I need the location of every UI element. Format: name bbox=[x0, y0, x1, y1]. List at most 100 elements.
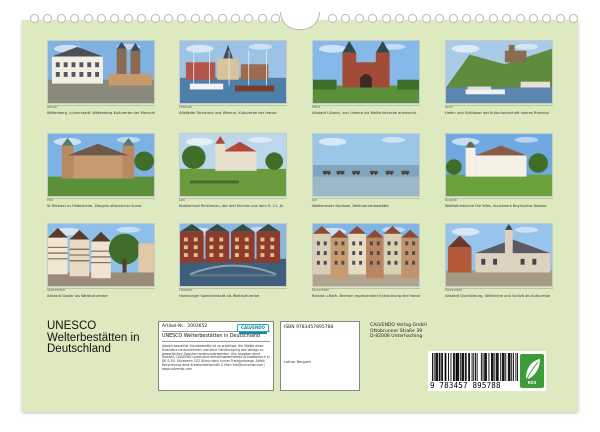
binding-hole bbox=[408, 14, 418, 23]
month-photo bbox=[179, 133, 287, 197]
photo-cell: Juli Wattenmeer Nordsee, Weltnaturerbest… bbox=[312, 133, 420, 208]
logo-underline bbox=[239, 332, 267, 334]
binding-hole bbox=[421, 14, 431, 23]
photo-caption: Wattenmeer Nordsee, Weltnaturerbestätte bbox=[312, 204, 389, 208]
binding-hole bbox=[43, 14, 53, 23]
month-rule bbox=[445, 105, 553, 108]
binding-hole bbox=[529, 14, 538, 23]
month-rule bbox=[312, 105, 420, 108]
month-label: November bbox=[312, 288, 330, 292]
month-label: Dezember bbox=[445, 288, 463, 292]
photo-scene bbox=[313, 224, 419, 286]
photo-cell: September Altstadt Goslar als Weltkultur… bbox=[47, 223, 155, 298]
month-photo bbox=[312, 40, 420, 104]
binding-hole bbox=[177, 14, 187, 23]
month-photo bbox=[445, 133, 553, 197]
photo-scene bbox=[446, 41, 552, 103]
binding-hole bbox=[137, 14, 147, 23]
photo-scene bbox=[180, 134, 286, 196]
binding-hole bbox=[231, 14, 240, 23]
binding-hole bbox=[555, 14, 565, 23]
barcode-digits: 9 783457 895788 bbox=[430, 381, 501, 390]
photo-caption: Hamburger Speicherstadt als Weltkulturer… bbox=[179, 294, 260, 298]
binding-hole bbox=[488, 14, 498, 23]
month-label: Oktober bbox=[179, 288, 193, 292]
month-label: September bbox=[47, 288, 66, 292]
photo-caption: Klosterinsel Reichenau, die drei Kirchen… bbox=[179, 204, 285, 208]
binding-hole bbox=[381, 14, 391, 23]
photo-cell: Januar Wittenberg, Lutherstadt: Wittenbe… bbox=[47, 40, 155, 115]
month-photo bbox=[179, 223, 287, 287]
photo-scene bbox=[48, 134, 154, 196]
binding-hole bbox=[97, 14, 106, 23]
binding-hole bbox=[462, 14, 471, 23]
photo-cell: Dezember Altstadt Quedlinburg, Stiftkirc… bbox=[445, 223, 553, 298]
month-rule bbox=[47, 105, 155, 108]
photo-caption: Altstadt Quedlinburg, Stiftkirche und Sc… bbox=[445, 294, 551, 298]
binding-hole bbox=[30, 14, 39, 23]
ean-barcode bbox=[432, 353, 518, 381]
month-photo bbox=[445, 40, 553, 104]
binding-hole bbox=[190, 14, 200, 23]
month-label: Mai bbox=[47, 198, 53, 202]
photo-scene bbox=[48, 41, 154, 103]
month-label: Juli bbox=[312, 198, 318, 202]
publisher-city: D-82008 Unterhaching bbox=[370, 334, 423, 340]
month-photo bbox=[312, 223, 420, 287]
month-photo bbox=[312, 133, 420, 197]
eco-label: eco bbox=[527, 380, 537, 386]
binding-hole bbox=[368, 14, 378, 23]
photo-cell: Mai St.Michael zu Hildesheim, Zeugnis ot… bbox=[47, 133, 155, 208]
product-description: Adolph beautifulr Schalbestellte ist so … bbox=[162, 344, 270, 371]
binding-hole bbox=[150, 14, 160, 23]
publisher-address: CALVENDO Verlag GmbH Ottobrunner Straße … bbox=[370, 323, 460, 340]
isbn-box: ISBN 9783457895788 Lothar Reupert bbox=[280, 321, 360, 391]
binding-hole bbox=[244, 14, 254, 23]
binding-hole bbox=[341, 14, 351, 23]
month-rule bbox=[179, 288, 287, 291]
photo-caption: Hafen und Schlösser der Kulturlandschaft… bbox=[445, 111, 549, 115]
photo-cell: Februar Altstädte Stralsund und Wismar, … bbox=[179, 40, 287, 115]
binding-hole bbox=[502, 14, 512, 23]
month-label: März bbox=[312, 105, 321, 109]
photo-cell: November Roland u.Rath. Bremen repräsent… bbox=[312, 223, 420, 298]
month-rule bbox=[312, 198, 420, 201]
binding-hole bbox=[435, 14, 445, 23]
month-photo bbox=[47, 40, 155, 104]
article-info-box: Artikel-Nr.: 2003652 CALVENDO UNESCO Wel… bbox=[158, 321, 274, 391]
photo-scene bbox=[180, 41, 286, 103]
month-label: August bbox=[445, 198, 457, 202]
binding-hole bbox=[110, 14, 120, 23]
calendar-title: UNESCO Welterbestätten in Deutschland bbox=[47, 320, 147, 356]
product-title: UNESCO Welterbestätten in Deutschland bbox=[162, 334, 260, 339]
binding-hole bbox=[542, 14, 552, 23]
binding-hole bbox=[515, 14, 525, 23]
month-rule bbox=[445, 198, 553, 201]
title-line-3: Deutschland bbox=[47, 343, 111, 355]
eco-badge: eco bbox=[520, 354, 544, 388]
calvendo-logo-text: CALVENDO bbox=[241, 325, 265, 330]
photo-scene bbox=[313, 41, 419, 103]
binding-hole bbox=[395, 14, 404, 23]
binding-hole bbox=[448, 14, 458, 23]
month-photo bbox=[179, 40, 287, 104]
photo-caption: Altstadt Goslar als Weltkulturerbe bbox=[47, 294, 108, 298]
photo-scene bbox=[313, 134, 419, 196]
binding-hole bbox=[204, 14, 214, 23]
month-photo bbox=[445, 223, 553, 287]
binding-hole bbox=[56, 14, 66, 23]
calendar-back-cover: Januar Wittenberg, Lutherstadt: Wittenbe… bbox=[0, 0, 600, 432]
photo-cell: Juni Klosterinsel Reichenau, die drei Ki… bbox=[179, 133, 287, 208]
binding-hole bbox=[271, 14, 281, 23]
month-rule bbox=[179, 198, 287, 201]
photo-scene bbox=[180, 224, 286, 286]
photo-scene bbox=[446, 134, 552, 196]
month-label: Juni bbox=[179, 198, 186, 202]
photo-caption: Roland u.Rath. Bremen repräsentiert Entw… bbox=[312, 294, 420, 298]
photo-cell: April Hafen und Schlösser der Kulturland… bbox=[445, 40, 553, 115]
photo-cell: August Wallfahrtskirche Die Wies, Kunstw… bbox=[445, 133, 553, 208]
binding-hole bbox=[123, 14, 133, 23]
calvendo-logo: CALVENDO bbox=[237, 324, 269, 334]
binding-hole bbox=[83, 14, 93, 23]
month-label: April bbox=[445, 105, 453, 109]
